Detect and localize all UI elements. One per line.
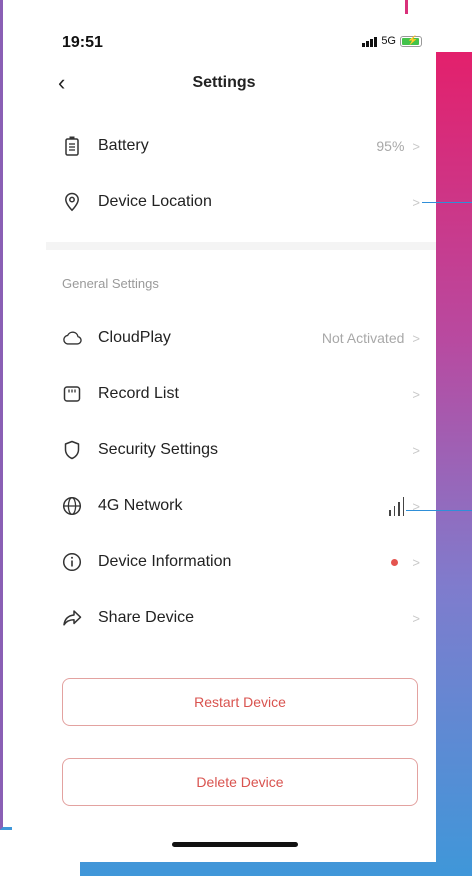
chevron-right-icon: > (412, 330, 420, 346)
settings-row-security[interactable]: Security Settings > (46, 422, 436, 478)
cloud-icon (62, 328, 82, 348)
home-indicator (172, 842, 298, 847)
delete-device-button[interactable]: Delete Device (62, 758, 418, 806)
chevron-right-icon: > (412, 442, 420, 458)
row-label: Security Settings (98, 441, 219, 458)
chevron-right-icon: > (412, 194, 420, 210)
settings-row-cloudplay[interactable]: CloudPlay Not Activated > (46, 310, 436, 366)
network-type: 5G (381, 35, 396, 47)
settings-row-device-information[interactable]: Device Information > (46, 534, 436, 590)
globe-icon (62, 496, 82, 516)
status-bar: 19:51 5G ⚡ (12, 14, 436, 58)
settings-row-device-location[interactable]: Device Location > (46, 174, 436, 230)
row-label: Share Device (98, 609, 195, 626)
section-divider (46, 242, 436, 250)
sd-card-icon (62, 384, 82, 404)
battery-status-icon: ⚡ (400, 35, 422, 47)
row-label: 4G Network (98, 497, 183, 514)
battery-icon (62, 136, 82, 156)
chevron-right-icon: > (412, 386, 420, 402)
row-label: Record List (98, 385, 179, 402)
settings-row-share-device[interactable]: Share Device > (46, 590, 436, 646)
navigation-bar: ‹ Settings (12, 66, 436, 102)
restart-device-button[interactable]: Restart Device (62, 678, 418, 726)
notification-dot (391, 558, 399, 566)
share-icon (62, 608, 82, 628)
row-label: Battery (98, 137, 149, 154)
settings-row-4g-network[interactable]: 4G Network > (46, 478, 436, 534)
status-time: 19:51 (62, 34, 103, 51)
chevron-right-icon: > (412, 554, 420, 570)
page-title: Settings (192, 74, 256, 91)
decorative-frame-top (0, 0, 408, 14)
section-title-general: General Settings (62, 276, 159, 291)
battery-value: 95% (376, 138, 405, 154)
cellular-signal-icon (362, 36, 378, 47)
phone-screen: 19:51 5G ⚡ ‹ Settings Battery 95% > Devi… (12, 14, 436, 862)
settings-row-record-list[interactable]: Record List > (46, 366, 436, 422)
chevron-right-icon: > (412, 610, 420, 626)
signal-bars-icon (389, 496, 405, 516)
chevron-right-icon: > (412, 138, 420, 154)
annotation-line-network (406, 510, 472, 511)
row-label: Device Location (98, 193, 212, 210)
settings-row-battery[interactable]: Battery 95% > (46, 118, 436, 174)
status-indicators: 5G ⚡ (362, 35, 422, 47)
shield-icon (62, 440, 82, 460)
row-label: Device Information (98, 553, 232, 570)
location-pin-icon (62, 192, 82, 212)
row-label: CloudPlay (98, 329, 171, 346)
chevron-right-icon: > (412, 498, 420, 514)
cloudplay-status: Not Activated (321, 330, 405, 346)
annotation-line-location (422, 202, 472, 203)
info-icon (62, 552, 82, 572)
